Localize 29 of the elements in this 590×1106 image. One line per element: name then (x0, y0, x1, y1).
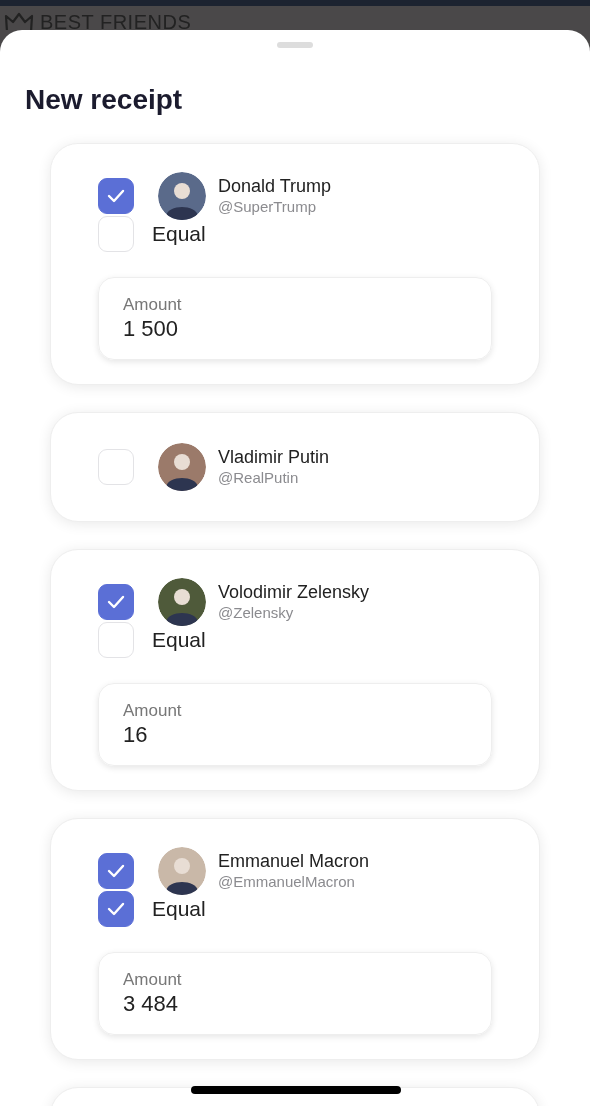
member-handle: @SuperTrump (218, 197, 318, 216)
equal-label: Equal (152, 221, 206, 248)
check-icon (107, 901, 125, 916)
checkbox[interactable] (98, 584, 134, 620)
member-name: Donald Trump (218, 176, 332, 198)
checkbox[interactable] (98, 852, 134, 889)
checkbox[interactable] (98, 890, 134, 927)
avatar-icon (158, 846, 206, 895)
member-handle: @RealPutin (218, 468, 300, 487)
equal-label: Equal (152, 627, 206, 654)
check-icon (107, 595, 125, 609)
amount-field[interactable]: Amount 1 500 (98, 277, 492, 360)
avatar-icon (158, 443, 206, 491)
checkbox[interactable] (98, 178, 134, 214)
avatar-icon (158, 578, 206, 626)
member-name: Vladimir Putin (218, 447, 330, 469)
check-icon (107, 189, 125, 203)
member-name: Volodimir Zelensky (218, 582, 370, 604)
drag-handle[interactable] (277, 42, 313, 48)
member-handle: @Zelensky (218, 603, 295, 622)
check-icon (107, 863, 125, 878)
amount-field[interactable]: Amount 16 (98, 683, 492, 766)
equal-label: Equal (152, 896, 206, 923)
crown-icon (4, 12, 34, 30)
member-name: Emmanuel Macron (218, 851, 370, 873)
sheet-title: New receipt (25, 86, 184, 114)
avatar-icon (158, 172, 206, 220)
amount-field[interactable]: Amount 3 484 (98, 951, 492, 1035)
member-handle: @EmmanuelMacron (218, 872, 356, 891)
